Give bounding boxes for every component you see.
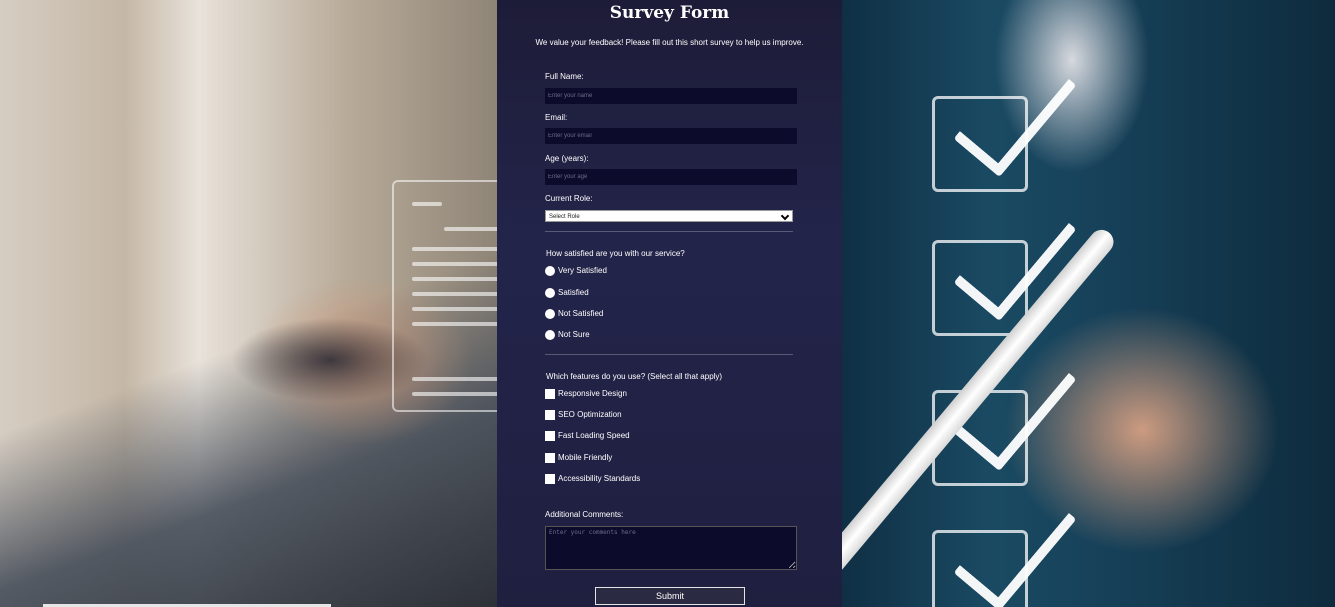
submit-button[interactable]: Submit bbox=[595, 587, 745, 605]
age-input[interactable] bbox=[545, 169, 797, 185]
radio-label: Not Sure bbox=[558, 330, 590, 339]
background-photo-right bbox=[842, 0, 1335, 607]
divider bbox=[545, 354, 793, 355]
name-label: Full Name: bbox=[545, 72, 584, 81]
form-description: We value your feedback! Please fill out … bbox=[535, 38, 804, 47]
checkbox-label: SEO Optimization bbox=[558, 410, 622, 419]
comments-textarea[interactable] bbox=[545, 526, 797, 570]
checkbox[interactable] bbox=[545, 452, 555, 463]
age-label: Age (years): bbox=[545, 154, 589, 163]
email-label: Email: bbox=[545, 113, 568, 122]
checkbox-label: Responsive Design bbox=[558, 389, 627, 398]
checkbox[interactable] bbox=[545, 409, 555, 420]
checkbox-label: Mobile Friendly bbox=[558, 453, 613, 462]
checkbox-option[interactable]: SEO Optimization bbox=[545, 409, 622, 420]
checkbox-option[interactable]: Mobile Friendly bbox=[545, 452, 612, 463]
checkbox-option[interactable]: Accessibility Standards bbox=[545, 473, 640, 484]
radio-label: Satisfied bbox=[558, 288, 589, 297]
checkbox[interactable] bbox=[545, 388, 555, 399]
checkbox-option[interactable]: Responsive Design bbox=[545, 388, 627, 399]
checkbox-label: Accessibility Standards bbox=[558, 474, 641, 483]
radio-option[interactable]: Not Sure bbox=[545, 329, 590, 340]
name-input[interactable] bbox=[545, 88, 797, 104]
radio-button[interactable] bbox=[545, 287, 555, 298]
radio-option[interactable]: Very Satisfied bbox=[545, 265, 607, 276]
features-question: Which features do you use? (Select all t… bbox=[546, 372, 723, 381]
radio-label: Not Satisfied bbox=[558, 309, 604, 318]
survey-form-panel: Survey Form We value your feedback! Plea… bbox=[497, 0, 842, 607]
role-select-value: Select Role bbox=[549, 214, 580, 220]
radio-button[interactable] bbox=[545, 265, 555, 276]
radio-label: Very Satisfied bbox=[558, 266, 607, 275]
role-select[interactable]: Select Role bbox=[545, 210, 793, 222]
chevron-down-icon bbox=[780, 211, 790, 221]
radio-button[interactable] bbox=[545, 329, 555, 340]
comments-label: Additional Comments: bbox=[545, 510, 624, 519]
checkbox[interactable] bbox=[545, 473, 555, 484]
radio-button[interactable] bbox=[545, 308, 555, 319]
checkbox-label: Fast Loading Speed bbox=[558, 431, 630, 440]
checkbox-option[interactable]: Fast Loading Speed bbox=[545, 430, 630, 441]
radio-option[interactable]: Satisfied bbox=[545, 287, 589, 298]
satisfaction-question: How satisfied are you with our service? bbox=[546, 249, 685, 258]
document-icon bbox=[392, 180, 524, 412]
role-label: Current Role: bbox=[545, 194, 593, 203]
form-title: Survey Form bbox=[609, 3, 730, 23]
divider bbox=[545, 231, 793, 232]
radio-option[interactable]: Not Satisfied bbox=[545, 308, 603, 319]
email-input[interactable] bbox=[545, 128, 797, 144]
checkbox[interactable] bbox=[545, 430, 555, 441]
